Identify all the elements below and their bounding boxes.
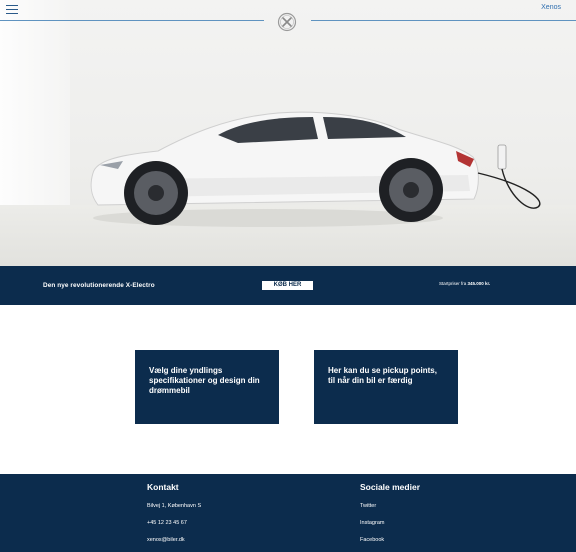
car-image — [90, 111, 541, 227]
price-prefix: Startpriser fra — [439, 281, 467, 286]
social-twitter-link[interactable]: Twitter — [360, 503, 376, 509]
contact-email[interactable]: xenos@biler.dk — [147, 537, 185, 543]
social-facebook-link[interactable]: Facebook — [360, 537, 384, 543]
contact-phone[interactable]: +45 12 23 45 67 — [147, 520, 187, 526]
header-divider-left — [0, 20, 264, 21]
price-text: Startpriser fra 345.000 kr. — [439, 281, 490, 286]
contact-title: Kontakt — [147, 482, 179, 492]
social-instagram-link[interactable]: Instagram — [360, 520, 384, 526]
card-pickup-points[interactable]: Her kan du se pickup points, til når din… — [314, 350, 458, 424]
hamburger-icon[interactable] — [6, 5, 18, 15]
brand-link[interactable]: Xenos — [541, 4, 561, 11]
header-divider-right — [311, 20, 576, 21]
card-configure-text: Vælg dine yndlings specifikationer og de… — [149, 366, 260, 395]
social-title: Sociale medier — [360, 482, 421, 492]
contact-address: Bilvej 1, København S — [147, 503, 202, 509]
promo-banner: Den nye revolutionerende X-Electro KØB H… — [0, 266, 576, 305]
buy-button[interactable]: KØB HER — [262, 281, 313, 290]
price-value: 345.000 kr. — [467, 281, 491, 286]
footer: Kontakt Bilvej 1, København S +45 12 23 … — [0, 474, 576, 552]
banner-title: Den nye revolutionerende X-Electro — [43, 282, 155, 289]
hero-section: Xenos — [0, 0, 576, 266]
card-pickup-text: Her kan du se pickup points, til når din… — [328, 366, 437, 385]
xenos-logo-icon[interactable] — [277, 12, 297, 32]
card-configure[interactable]: Vælg dine yndlings specifikationer og de… — [135, 350, 279, 424]
